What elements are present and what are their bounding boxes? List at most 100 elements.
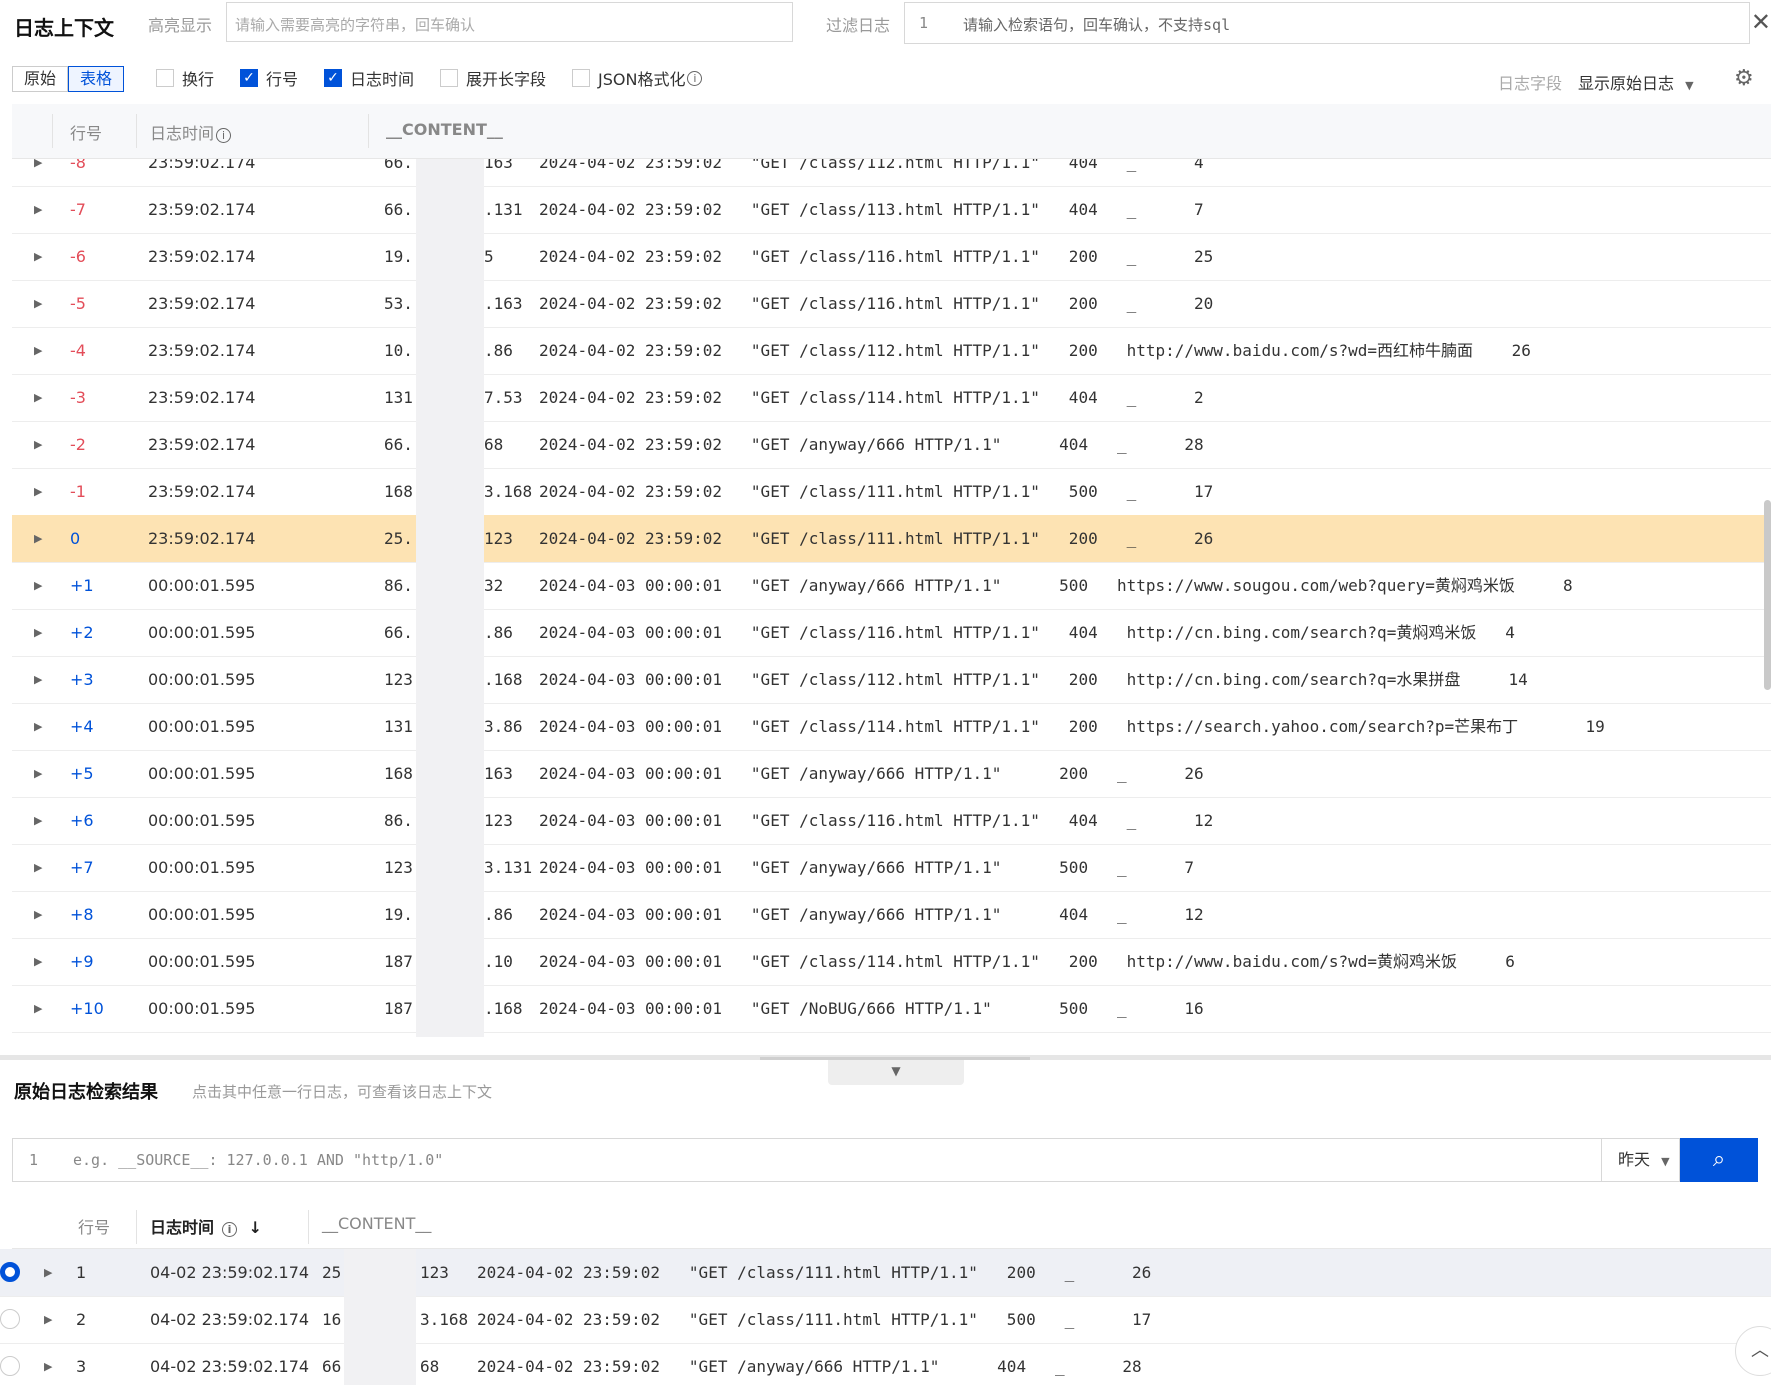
view-table-button[interactable]: 表格 bbox=[68, 66, 125, 92]
row-ip-prefix: 25 bbox=[322, 1263, 342, 1282]
table-row[interactable]: ▶ +8 00:00:01.595 19. .86 2024-04-03 00:00:01… bbox=[12, 891, 1771, 939]
table-row[interactable]: ▶ 3 04-02 23:59:02.174 66 68 2024-04-02 23:59… bbox=[0, 1343, 1771, 1385]
expand-caret-icon[interactable]: ▶ bbox=[34, 421, 42, 468]
row-number: +8 bbox=[70, 905, 94, 924]
expand-caret-icon[interactable]: ▶ bbox=[34, 280, 42, 327]
expand-caret-icon[interactable]: ▶ bbox=[34, 609, 42, 656]
filter-placeholder: 请输入检索语句，回车确认，不支持sql bbox=[963, 16, 1231, 34]
filter-label: 过滤日志 bbox=[826, 16, 891, 35]
table-row[interactable]: ▶ +6 00:00:01.595 86. 123 2024-04-03 00:00:01… bbox=[12, 797, 1771, 845]
row-ip-suffix: 163 bbox=[484, 764, 513, 783]
column-header-log-time[interactable]: 日志时间 i ↓ bbox=[150, 1214, 262, 1238]
row-time: 23:59:02.174 bbox=[148, 388, 256, 407]
table-row[interactable]: ▶ -1 23:59:02.174 168 3.168 2024-04-02 23:59:… bbox=[12, 468, 1771, 516]
expand-caret-icon[interactable]: ▶ bbox=[34, 515, 42, 562]
row-ip-prefix: 25. bbox=[384, 529, 413, 548]
row-content: 2024-04-02 23:59:02 "GET /class/111.html… bbox=[539, 529, 1214, 548]
vertical-scrollbar[interactable] bbox=[1764, 500, 1771, 690]
line-number-checkbox[interactable]: ✓ 行号 bbox=[240, 66, 298, 90]
table-row[interactable]: ▶ +5 00:00:01.595 168 163 2024-04-03 00:00:01… bbox=[12, 750, 1771, 798]
expand-caret-icon[interactable]: ▶ bbox=[34, 233, 42, 280]
column-header-content: __CONTENT__ bbox=[386, 120, 503, 139]
search-button[interactable]: ⌕ bbox=[1680, 1138, 1758, 1182]
log-field-select[interactable]: 显示原始日志 ▼ bbox=[1578, 70, 1694, 94]
time-range-select[interactable]: 昨天 ▼ bbox=[1602, 1138, 1680, 1182]
expand-caret-icon[interactable]: ▶ bbox=[34, 985, 42, 1032]
row-number: +1 bbox=[70, 576, 94, 595]
table-row[interactable]: ▶ +3 00:00:01.595 123 .168 2024-04-03 00:00:0… bbox=[12, 656, 1771, 704]
expand-caret-icon[interactable]: ▶ bbox=[34, 562, 42, 609]
table-row[interactable]: ▶ +9 00:00:01.595 187 .10 2024-04-03 00:00:01… bbox=[12, 938, 1771, 986]
redacted-ip-mask bbox=[344, 1249, 416, 1385]
sort-desc-icon[interactable]: ↓ bbox=[249, 1218, 262, 1237]
table-row[interactable]: ▶ +4 00:00:01.595 131 3.86 2024-04-03 00:00:0… bbox=[12, 703, 1771, 751]
row-radio[interactable] bbox=[0, 1309, 20, 1329]
expand-caret-icon[interactable]: ▶ bbox=[34, 159, 42, 186]
column-header-content: __CONTENT__ bbox=[322, 1214, 432, 1233]
info-icon[interactable]: i bbox=[222, 1222, 238, 1237]
gear-icon[interactable]: ⚙ bbox=[1734, 66, 1754, 91]
row-radio[interactable] bbox=[0, 1356, 20, 1376]
row-ip-prefix: 66. bbox=[384, 159, 413, 172]
expand-caret-icon[interactable]: ▶ bbox=[44, 1249, 52, 1296]
row-time: 00:00:01.595 bbox=[148, 764, 256, 783]
table-row[interactable]: ▶ -2 23:59:02.174 66. 68 2024-04-02 23:59:02 … bbox=[12, 421, 1771, 469]
row-number: -8 bbox=[70, 159, 86, 172]
expand-caret-icon[interactable]: ▶ bbox=[34, 374, 42, 421]
checkbox-label: JSON格式化 bbox=[598, 70, 686, 89]
info-icon[interactable]: i bbox=[216, 128, 232, 143]
expand-caret-icon[interactable]: ▶ bbox=[34, 750, 42, 797]
log-field-label: 日志字段 bbox=[1498, 74, 1563, 93]
expand-caret-icon[interactable]: ▶ bbox=[34, 656, 42, 703]
column-divider bbox=[136, 114, 137, 148]
query-input[interactable]: 1 e.g. __SOURCE__: 127.0.0.1 AND "http/1… bbox=[12, 1138, 1602, 1182]
wrap-checkbox[interactable]: 换行 bbox=[156, 66, 214, 90]
expand-caret-icon[interactable]: ▶ bbox=[34, 186, 42, 233]
expand-caret-icon[interactable]: ▶ bbox=[44, 1296, 52, 1343]
row-radio[interactable] bbox=[0, 1262, 20, 1282]
table-row[interactable]: ▶ -5 23:59:02.174 53. .163 2024-04-02 23:59:0… bbox=[12, 280, 1771, 328]
table-row[interactable]: ▶ +10 00:00:01.595 187 .168 2024-04-03 00:00:… bbox=[12, 985, 1771, 1033]
row-time: 23:59:02.174 bbox=[148, 200, 256, 219]
highlight-input[interactable]: 请输入需要高亮的字符串，回车确认 bbox=[226, 2, 793, 42]
json-format-checkbox[interactable]: JSON格式化 i bbox=[572, 66, 703, 90]
table-row[interactable]: ▶ -3 23:59:02.174 131 7.53 2024-04-02 23:59:0… bbox=[12, 374, 1771, 422]
table-row[interactable]: ▶ 0 23:59:02.174 25. 123 2024-04-02 23:59:02 … bbox=[12, 515, 1771, 563]
row-number: +10 bbox=[70, 999, 104, 1018]
table-row[interactable]: ▶ -7 23:59:02.174 66. .131 2024-04-02 23:59:0… bbox=[12, 186, 1771, 234]
row-content: 2024-04-03 00:00:01 "GET /anyway/666 HTT… bbox=[539, 858, 1195, 877]
table-row[interactable]: ▶ -8 23:59:02.174 66. 163 2024-04-02 23:59:02… bbox=[12, 159, 1771, 187]
expand-caret-icon[interactable]: ▶ bbox=[34, 891, 42, 938]
row-content: 2024-04-02 23:59:02 "GET /class/111.html… bbox=[477, 1263, 1152, 1282]
row-ip-suffix: 3.168 bbox=[484, 482, 533, 501]
expand-caret-icon[interactable]: ▶ bbox=[34, 468, 42, 515]
row-content: 2024-04-02 23:59:02 "GET /class/113.html… bbox=[539, 200, 1204, 219]
table-row[interactable]: ▶ 1 04-02 23:59:02.174 25 123 2024-04-02 23:5… bbox=[0, 1249, 1771, 1297]
expand-caret-icon[interactable]: ▶ bbox=[34, 938, 42, 985]
table-row[interactable]: ▶ +1 00:00:01.595 86. 32 2024-04-03 00:00:01 … bbox=[12, 562, 1771, 610]
info-icon[interactable]: i bbox=[687, 70, 703, 86]
table-row[interactable]: ▶ +2 00:00:01.595 66. .86 2024-04-03 00:00:01… bbox=[12, 609, 1771, 657]
expand-caret-icon[interactable]: ▶ bbox=[34, 797, 42, 844]
expand-caret-icon[interactable]: ▶ bbox=[34, 703, 42, 750]
log-time-checkbox[interactable]: ✓ 日志时间 bbox=[324, 66, 414, 90]
row-ip-prefix: 66 bbox=[322, 1357, 342, 1376]
view-raw-button[interactable]: 原始 bbox=[12, 66, 69, 92]
row-content: 2024-04-03 00:00:01 "GET /anyway/666 HTT… bbox=[539, 905, 1204, 924]
table-row[interactable]: ▶ 2 04-02 23:59:02.174 16 3.168 2024-04-02 23… bbox=[0, 1296, 1771, 1344]
row-content: 2024-04-03 00:00:01 "GET /class/112.html… bbox=[539, 670, 1528, 689]
row-ip-prefix: 187 bbox=[384, 952, 413, 971]
expand-caret-icon[interactable]: ▶ bbox=[34, 844, 42, 891]
filter-input[interactable]: 1 请输入检索语句，回车确认，不支持sql bbox=[904, 2, 1750, 44]
row-ip-prefix: 123 bbox=[384, 670, 413, 689]
table-row[interactable]: ▶ +7 00:00:01.595 123 3.131 2024-04-03 00:00:… bbox=[12, 844, 1771, 892]
table-row[interactable]: ▶ -4 23:59:02.174 10. .86 2024-04-02 23:59:02… bbox=[12, 327, 1771, 375]
row-ip-prefix: 16 bbox=[322, 1310, 342, 1329]
close-icon[interactable]: ✕ bbox=[1751, 8, 1771, 36]
table-row[interactable]: ▶ -6 23:59:02.174 19. 5 2024-04-02 23:59:02 "… bbox=[12, 233, 1771, 281]
expand-long-fields-checkbox[interactable]: 展开长字段 bbox=[440, 66, 546, 90]
expand-caret-icon[interactable]: ▶ bbox=[34, 327, 42, 374]
row-ip-prefix: 53. bbox=[384, 294, 413, 313]
collapse-toggle[interactable]: ▼ bbox=[828, 1060, 964, 1085]
expand-caret-icon[interactable]: ▶ bbox=[44, 1343, 52, 1385]
